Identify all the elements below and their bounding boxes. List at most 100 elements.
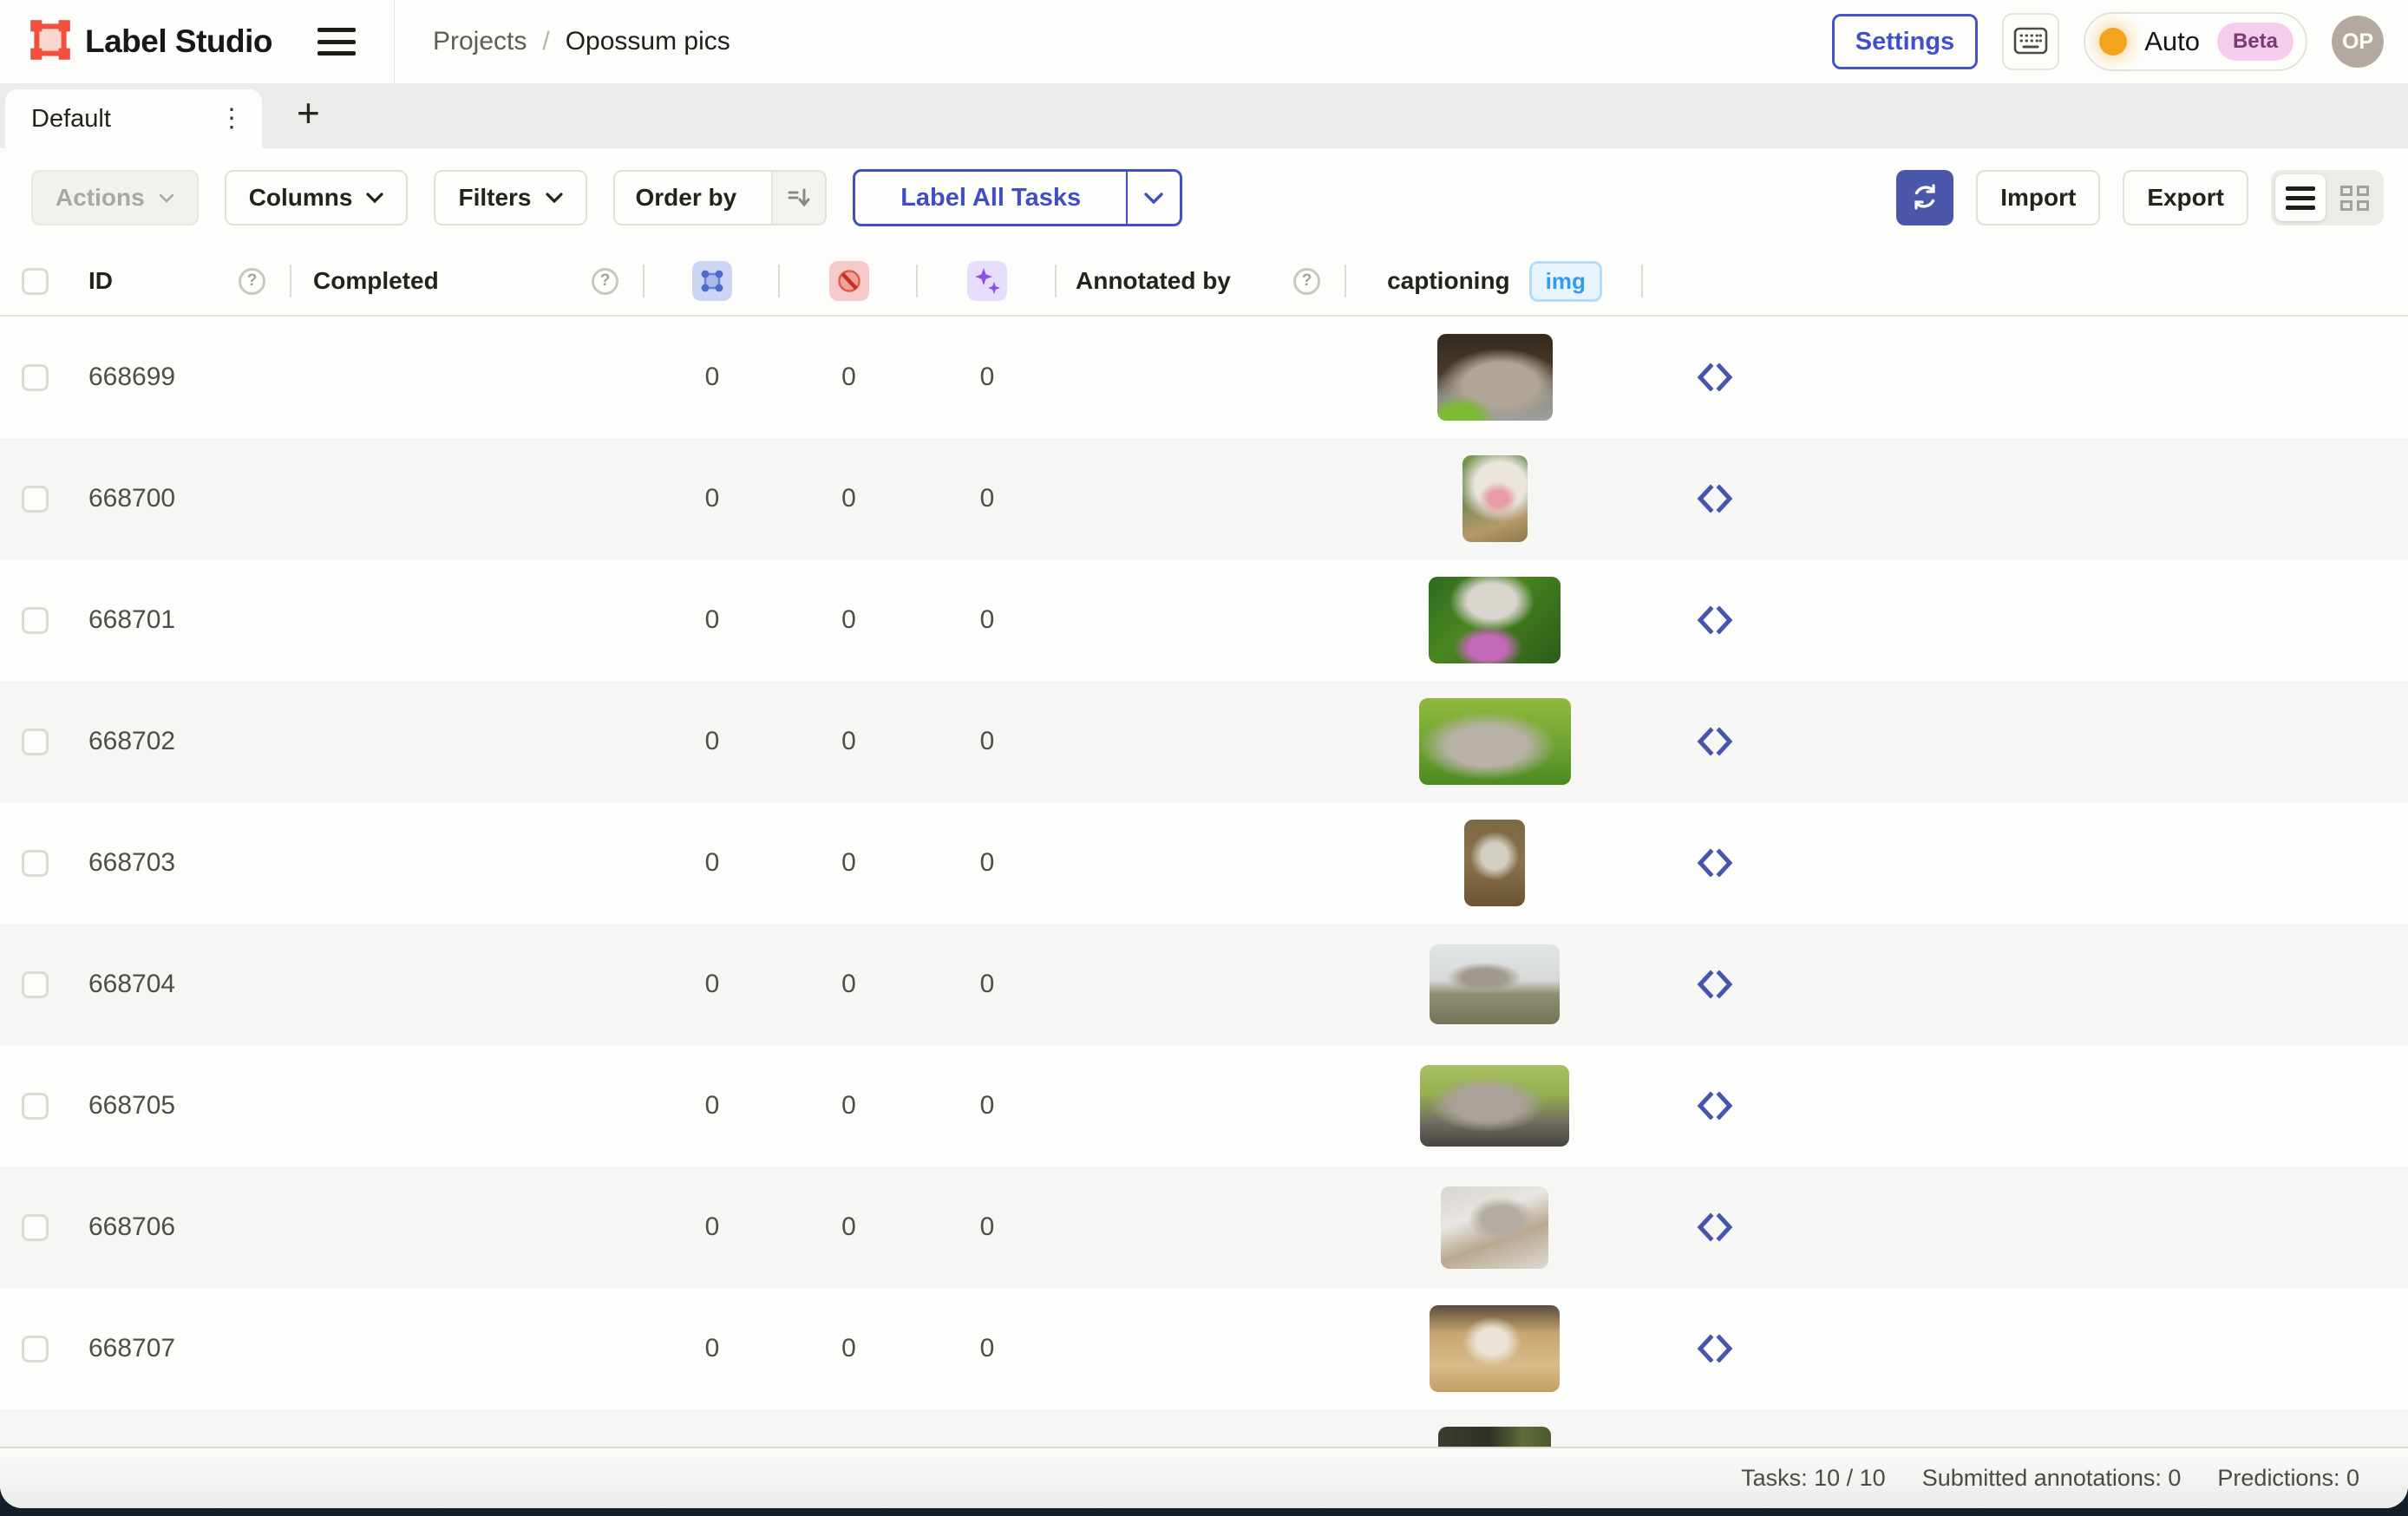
refresh-button[interactable]	[1896, 170, 1953, 225]
settings-button[interactable]: Settings	[1832, 14, 1978, 69]
actions-button[interactable]: Actions	[31, 170, 199, 225]
tab-options-kebab-icon[interactable]: ⋮	[213, 101, 250, 137]
task-image-thumbnail[interactable]	[1441, 1186, 1548, 1269]
import-button[interactable]: Import	[1976, 170, 2100, 225]
tasks-count: Tasks: 10 / 10	[1741, 1465, 1886, 1492]
show-source-button[interactable]	[1695, 1090, 1735, 1121]
column-header-cancelled[interactable]	[780, 247, 918, 315]
list-view-icon	[2286, 186, 2315, 210]
show-source-button[interactable]	[1695, 726, 1735, 757]
table-row[interactable]: 668704 0 0 0	[0, 924, 2408, 1045]
task-image-thumbnail[interactable]	[1430, 944, 1560, 1024]
auto-mode-toggle[interactable]: Auto Beta	[2084, 12, 2307, 71]
add-tab-button[interactable]: +	[288, 93, 329, 140]
row-checkbox[interactable]	[22, 850, 49, 877]
row-checkbox[interactable]	[22, 607, 49, 634]
task-image-thumbnail[interactable]	[1437, 334, 1553, 421]
completed-help-icon[interactable]: ?	[592, 268, 618, 295]
column-completed-label: Completed	[313, 267, 439, 295]
keyboard-icon	[2013, 27, 2048, 57]
column-header-annotated-by[interactable]: Annotated by ?	[1057, 247, 1346, 315]
filters-button[interactable]: Filters	[434, 170, 586, 225]
column-header-completed[interactable]: Completed ?	[291, 247, 645, 315]
table-row[interactable]: 668705 0 0 0	[0, 1045, 2408, 1166]
order-by-button[interactable]: Order by	[613, 170, 828, 225]
cancelled-count: 0	[780, 484, 918, 513]
table-row[interactable]: 668706 0 0 0	[0, 1166, 2408, 1288]
task-id: 668706	[69, 1212, 291, 1242]
columns-button[interactable]: Columns	[225, 170, 409, 225]
show-source-button[interactable]	[1695, 362, 1735, 393]
app-window: Label Studio Projects / Opossum pics Set…	[0, 0, 2408, 1508]
tab-default[interactable]: Default ⋮	[5, 89, 262, 148]
label-studio-logo[interactable]: Label Studio	[29, 19, 272, 65]
hamburger-menu-icon[interactable]	[317, 28, 356, 56]
order-by-label: Order by	[615, 184, 758, 212]
beta-badge: Beta	[2217, 23, 2293, 61]
column-header-captioning[interactable]: captioning img	[1346, 247, 1643, 315]
breadcrumb-separator: /	[542, 27, 549, 56]
row-checkbox[interactable]	[22, 1336, 49, 1362]
table-row[interactable]: 668707 0 0 0	[0, 1288, 2408, 1409]
row-checkbox[interactable]	[22, 486, 49, 513]
task-id: 668707	[69, 1334, 291, 1363]
show-source-button[interactable]	[1695, 604, 1735, 636]
actions-label: Actions	[56, 184, 145, 212]
task-image-thumbnail[interactable]	[1464, 820, 1525, 906]
task-image-thumbnail[interactable]	[1430, 1305, 1560, 1392]
show-source-button[interactable]	[1695, 483, 1735, 514]
table-header: ID ? Completed ?	[0, 247, 2408, 317]
table-row[interactable]: 668701 0 0 0	[0, 559, 2408, 681]
cancelled-count: 0	[780, 1091, 918, 1121]
id-help-icon[interactable]: ?	[239, 268, 265, 295]
list-view-button[interactable]	[2275, 174, 2326, 221]
user-avatar[interactable]: OP	[2332, 16, 2384, 68]
select-all-checkbox[interactable]	[22, 268, 49, 295]
auto-status-dot-icon	[2099, 28, 2127, 56]
breadcrumb-projects[interactable]: Projects	[433, 27, 527, 56]
column-header-predictions[interactable]	[918, 247, 1057, 315]
view-mode-toggle	[2271, 170, 2384, 225]
label-all-tasks-dropdown[interactable]	[1126, 172, 1180, 224]
keyboard-shortcuts-button[interactable]	[2002, 13, 2059, 70]
annotated-by-help-icon[interactable]: ?	[1293, 268, 1320, 295]
show-source-button[interactable]	[1695, 1212, 1735, 1243]
source-code-icon	[1695, 1090, 1735, 1121]
column-header-id[interactable]: ID ?	[69, 247, 291, 315]
task-id: 668702	[69, 727, 291, 756]
predictions-count: 0	[918, 605, 1057, 635]
sort-direction-icon[interactable]	[771, 170, 825, 225]
task-image-thumbnail[interactable]	[1429, 577, 1561, 663]
annotations-count: 0	[645, 848, 780, 878]
label-studio-logo-icon	[29, 19, 71, 65]
table-row[interactable]: 668699 0 0 0	[0, 317, 2408, 438]
view-tab-bar: Default ⋮ +	[0, 83, 2408, 148]
annotations-count: 0	[645, 727, 780, 756]
show-source-button[interactable]	[1695, 847, 1735, 879]
export-button[interactable]: Export	[2123, 170, 2248, 225]
chevron-down-icon	[1144, 193, 1163, 204]
row-checkbox[interactable]	[22, 1093, 49, 1120]
row-checkbox[interactable]	[22, 971, 49, 998]
row-checkbox[interactable]	[22, 364, 49, 391]
row-checkbox[interactable]	[22, 1214, 49, 1241]
predictions-count: 0	[918, 1091, 1057, 1121]
cancelled-count: 0	[780, 1334, 918, 1363]
header-divider	[394, 0, 395, 83]
row-checkbox[interactable]	[22, 729, 49, 755]
task-image-thumbnail[interactable]	[1419, 698, 1571, 785]
show-source-button[interactable]	[1695, 1333, 1735, 1364]
grid-view-button[interactable]	[2329, 174, 2379, 221]
column-captioning-label: captioning	[1387, 267, 1510, 295]
task-image-thumbnail[interactable]	[1420, 1065, 1569, 1147]
cancelled-count: 0	[780, 363, 918, 392]
table-row[interactable]: 668700 0 0 0	[0, 438, 2408, 559]
column-header-annotations[interactable]	[645, 247, 780, 315]
predictions-count: 0	[918, 484, 1057, 513]
table-row[interactable]: 668702 0 0 0	[0, 681, 2408, 802]
table-row[interactable]: 668703 0 0 0	[0, 802, 2408, 924]
show-source-button[interactable]	[1695, 969, 1735, 1000]
task-image-thumbnail[interactable]	[1462, 455, 1528, 542]
label-all-tasks-split-button[interactable]: Label All Tasks	[853, 169, 1182, 226]
label-all-tasks-button[interactable]: Label All Tasks	[855, 172, 1126, 224]
